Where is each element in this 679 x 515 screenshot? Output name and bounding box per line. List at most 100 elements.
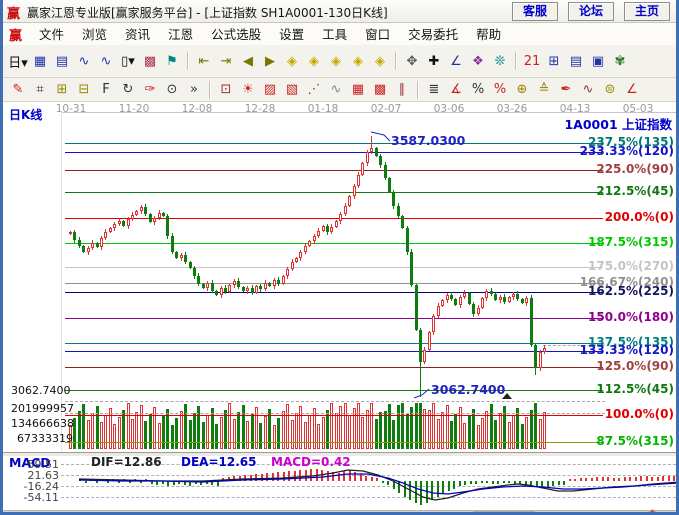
candle bbox=[322, 226, 325, 231]
channel-tool-icon[interactable]: ∥ bbox=[391, 80, 413, 100]
price-grid-tool-icon[interactable]: ▦ bbox=[347, 80, 369, 100]
grid-tool-icon[interactable]: ⌗ bbox=[29, 80, 51, 100]
status-flower-icon: ❀ bbox=[649, 508, 656, 515]
macd-hist-bar bbox=[404, 481, 406, 497]
candle bbox=[353, 186, 356, 196]
diamond-tool-2-icon[interactable]: ◈ bbox=[303, 51, 325, 71]
menu-item-8[interactable]: 交易委托 bbox=[399, 24, 467, 45]
gann-square-icon[interactable]: ❖ bbox=[467, 51, 489, 71]
diamond-tool-1-icon[interactable]: ◈ bbox=[281, 51, 303, 71]
menu-item-1[interactable]: 浏览 bbox=[73, 24, 116, 45]
candle-mark-tool-icon[interactable]: ✒ bbox=[555, 80, 577, 100]
calendar-21-icon[interactable]: 21 bbox=[521, 51, 543, 71]
pan-hand-icon[interactable]: ✥ bbox=[401, 51, 423, 71]
toolbar-separator bbox=[417, 81, 419, 99]
gold-mark-tool-icon[interactable]: ⊜ bbox=[599, 80, 621, 100]
info-doc-icon[interactable]: ▤ bbox=[51, 51, 73, 71]
diamond-tool-5-icon[interactable]: ◈ bbox=[369, 51, 391, 71]
scale-ruler-tool-icon[interactable]: ≣ bbox=[423, 80, 445, 100]
volume-bar bbox=[508, 422, 511, 449]
status-scroll-box[interactable] bbox=[473, 511, 535, 515]
volume-bar bbox=[282, 411, 285, 449]
macd-hist-bar bbox=[162, 481, 164, 484]
external-tool-icon[interactable]: ✾ bbox=[609, 51, 631, 71]
forum-button[interactable]: 论坛 bbox=[568, 2, 614, 21]
gann-line-125.0%(90) bbox=[65, 367, 603, 368]
candle bbox=[392, 192, 395, 206]
minute-3-chart-icon[interactable]: ∿ bbox=[73, 51, 95, 71]
gann-label-87.5%(315): 87.5%(315) bbox=[596, 434, 674, 448]
macd-hist-bar bbox=[629, 477, 631, 481]
angle-measure-icon[interactable]: ∠ bbox=[445, 51, 467, 71]
gann-pattern-icon[interactable]: ▩ bbox=[139, 51, 161, 71]
menu-item-7[interactable]: 窗口 bbox=[356, 24, 399, 45]
macd-hist-bar bbox=[525, 481, 527, 485]
crosshair-icon[interactable]: ✚ bbox=[423, 51, 445, 71]
notes-icon[interactable]: ▤ bbox=[565, 51, 587, 71]
percent-tool-icon[interactable]: % bbox=[467, 80, 489, 100]
brush-tool-icon[interactable]: ✎ bbox=[7, 80, 29, 100]
macd-hist-bar bbox=[431, 481, 433, 500]
ray-fan-tool-icon[interactable]: ☀ bbox=[237, 80, 259, 100]
minute-9-chart-icon[interactable]: ∿ bbox=[95, 51, 117, 71]
home-button[interactable]: 主页 bbox=[624, 2, 670, 21]
volume-bar bbox=[202, 422, 205, 449]
candle bbox=[423, 350, 426, 362]
macd-hist-bar bbox=[448, 481, 450, 491]
prev-bar-icon[interactable]: ◀ bbox=[237, 51, 259, 71]
fill-box-tool-icon[interactable]: ▨ bbox=[259, 80, 281, 100]
kline-period-dropdown[interactable]: 日▾ bbox=[7, 51, 29, 71]
volume-bar bbox=[144, 421, 147, 449]
smart-analysis-icon[interactable]: ❊ bbox=[489, 51, 511, 71]
gold-circle-tool-icon[interactable]: ⊕ bbox=[511, 80, 533, 100]
menu-item-3[interactable]: 江恩 bbox=[159, 24, 202, 45]
angle-lines-tool-icon[interactable]: ⋰ bbox=[303, 80, 325, 100]
diamond-tool-3-icon[interactable]: ◈ bbox=[325, 51, 347, 71]
candle bbox=[175, 252, 178, 258]
customer-service-button[interactable]: 客服 bbox=[512, 2, 558, 21]
percent-angle-tool-icon[interactable]: ∡ bbox=[445, 80, 467, 100]
volume-bar bbox=[206, 415, 209, 449]
pane-label-kline: 日K线 bbox=[9, 106, 42, 123]
last-page-icon[interactable]: ⇥ bbox=[215, 51, 237, 71]
chart-canvas[interactable] bbox=[3, 102, 676, 455]
wave-window-tool-icon[interactable]: ∿ bbox=[577, 80, 599, 100]
price-scale-label: 3062.7400 bbox=[11, 384, 71, 397]
gann-frame-tool-icon[interactable]: ⊡ bbox=[215, 80, 237, 100]
save-icon[interactable]: ▣ bbox=[587, 51, 609, 71]
candle bbox=[259, 286, 262, 289]
menu-item-9[interactable]: 帮助 bbox=[467, 24, 510, 45]
macd-hist-bar bbox=[635, 477, 637, 481]
status-bar bbox=[3, 510, 676, 515]
date-tick-11-20: 11-20 bbox=[119, 103, 150, 115]
draw-pen-tool-icon[interactable]: ✑ bbox=[139, 80, 161, 100]
calculator-icon[interactable]: ⊞ bbox=[543, 51, 565, 71]
j-angle-tool-icon[interactable]: ∠ bbox=[621, 80, 643, 100]
gold-grid-tool-icon[interactable]: ⊞ bbox=[51, 80, 73, 100]
diamond-tool-4-icon[interactable]: ◈ bbox=[347, 51, 369, 71]
macd-hist-bar bbox=[101, 479, 103, 481]
gold-box-tool-icon[interactable]: ⊟ bbox=[73, 80, 95, 100]
menu-item-2[interactable]: 资讯 bbox=[116, 24, 159, 45]
menu-item-6[interactable]: 工具 bbox=[313, 24, 356, 45]
gann-line-87.5%(315) bbox=[65, 442, 603, 443]
macd-hist-bar bbox=[178, 481, 180, 484]
spiral-tool-icon[interactable]: ↻ bbox=[117, 80, 139, 100]
ray-box-tool-icon[interactable]: ▧ bbox=[281, 80, 303, 100]
candle bbox=[69, 232, 72, 234]
menu-item-0[interactable]: 文件 bbox=[30, 24, 73, 45]
more-tools-icon[interactable]: » bbox=[183, 80, 205, 100]
candle-style-dropdown[interactable]: ▯▾ bbox=[117, 51, 139, 71]
pattern-search-icon[interactable]: ▦ bbox=[29, 51, 51, 71]
time-grid-tool-icon[interactable]: ▩ bbox=[369, 80, 391, 100]
percent-line-tool-icon[interactable]: % bbox=[489, 80, 511, 100]
indicator-flag-icon[interactable]: ⚑ bbox=[161, 51, 183, 71]
first-page-icon[interactable]: ⇤ bbox=[193, 51, 215, 71]
fibonacci-tool-icon[interactable]: F bbox=[95, 80, 117, 100]
wave-tool-icon[interactable]: ∿ bbox=[325, 80, 347, 100]
next-bar-icon[interactable]: ▶ bbox=[259, 51, 281, 71]
menu-item-5[interactable]: 设置 bbox=[270, 24, 313, 45]
gold-line-tool-icon[interactable]: ≙ bbox=[533, 80, 555, 100]
menu-item-4[interactable]: 公式选股 bbox=[202, 24, 270, 45]
cycle-circle-tool-icon[interactable]: ⊙ bbox=[161, 80, 183, 100]
